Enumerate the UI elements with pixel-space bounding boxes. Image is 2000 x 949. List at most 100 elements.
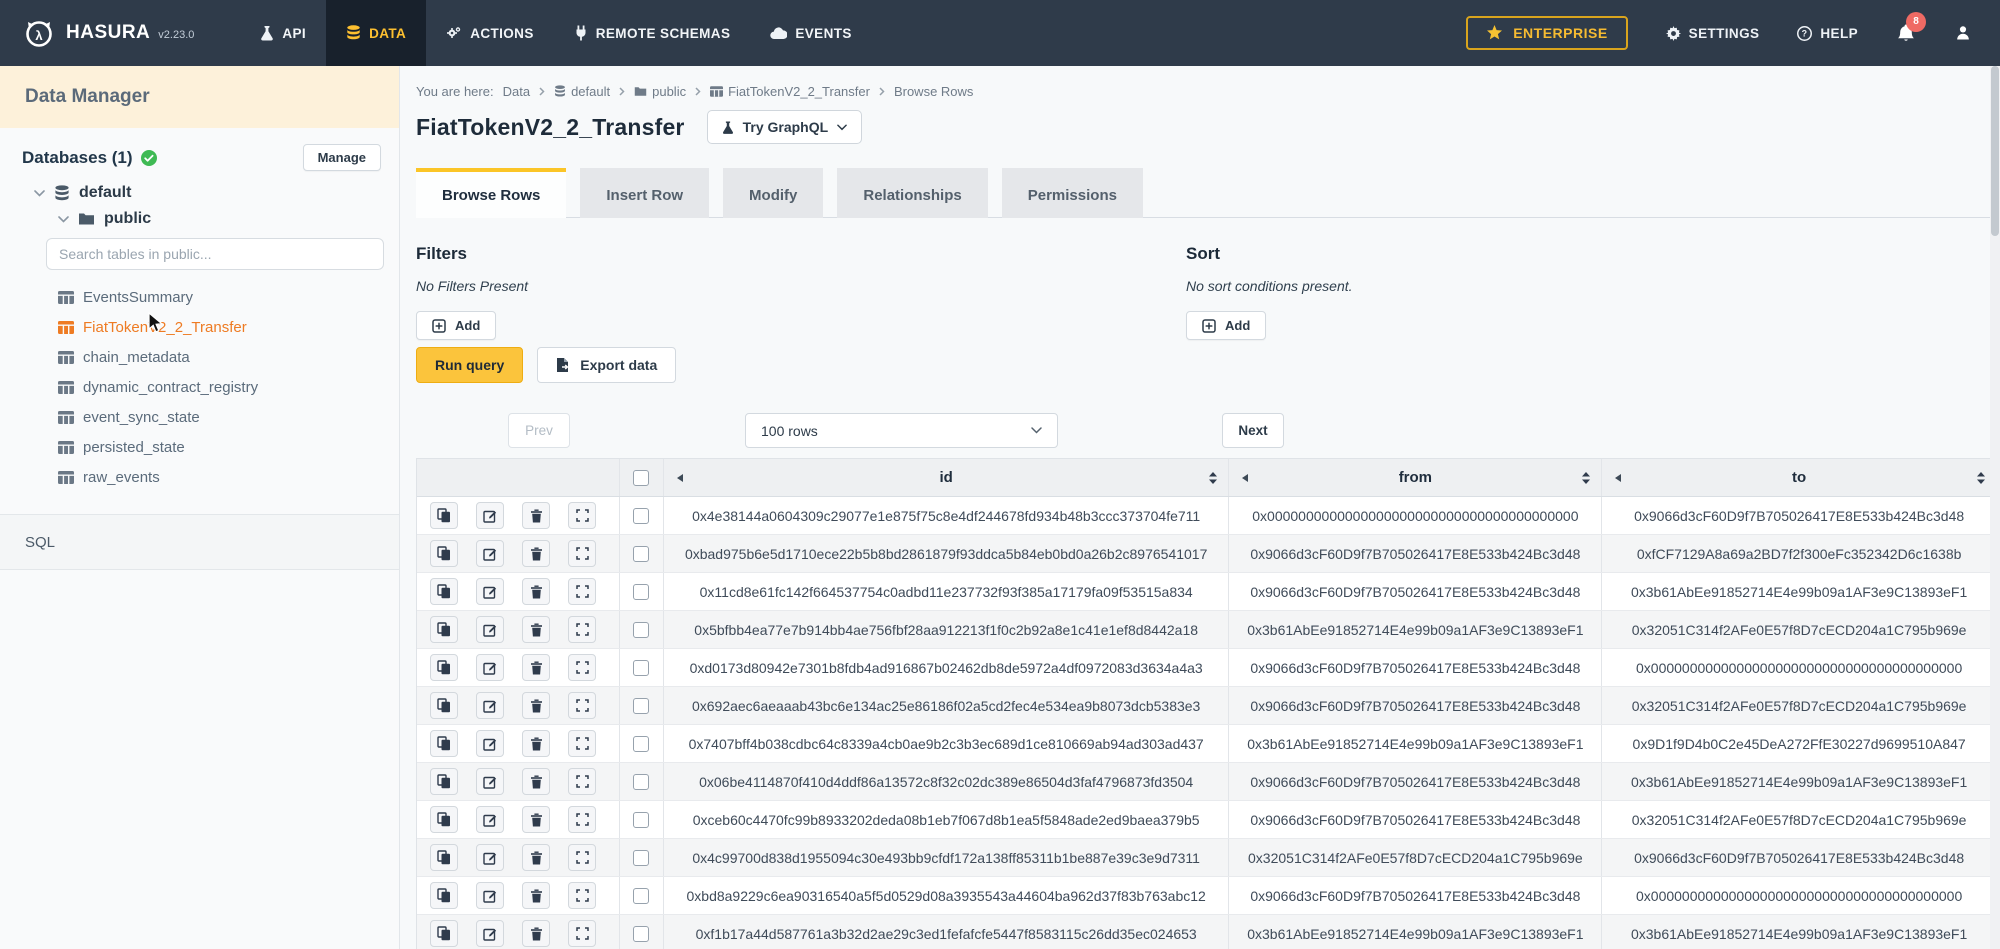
column-header-to[interactable]: to	[1602, 459, 1996, 496]
expand-row-button[interactable]	[568, 578, 596, 605]
prev-page-button[interactable]: Prev	[508, 413, 570, 448]
column-header-from[interactable]: from	[1229, 459, 1602, 496]
run-query-button[interactable]: Run query	[416, 347, 523, 383]
expand-row-button[interactable]	[568, 692, 596, 719]
sort-column-icon[interactable]	[1976, 471, 1986, 485]
nav-item-events[interactable]: EVENTS	[750, 0, 871, 66]
sort-column-icon[interactable]	[1208, 471, 1218, 485]
chevron-down-icon[interactable]	[58, 216, 69, 223]
delete-row-button[interactable]	[522, 882, 550, 909]
table-search-input[interactable]	[46, 238, 384, 270]
manage-button[interactable]: Manage	[303, 144, 381, 171]
sidebar-table-item[interactable]: event_sync_state	[0, 402, 399, 432]
edit-row-button[interactable]	[476, 768, 504, 795]
edit-row-button[interactable]	[476, 692, 504, 719]
copy-row-button[interactable]	[430, 502, 458, 529]
settings-button[interactable]: SETTINGS	[1666, 26, 1760, 41]
row-checkbox[interactable]	[633, 508, 649, 524]
expand-row-button[interactable]	[568, 730, 596, 757]
scrollbar-thumb[interactable]	[1991, 66, 1999, 236]
row-checkbox[interactable]	[633, 812, 649, 828]
row-checkbox[interactable]	[633, 850, 649, 866]
add-sort-button[interactable]: Add	[1186, 311, 1266, 340]
collapse-column-icon[interactable]	[1241, 473, 1249, 483]
copy-row-button[interactable]	[430, 616, 458, 643]
sidebar-database-default[interactable]: default	[0, 184, 399, 202]
copy-row-button[interactable]	[430, 844, 458, 871]
expand-row-button[interactable]	[568, 654, 596, 681]
expand-row-button[interactable]	[568, 616, 596, 643]
tab-permissions[interactable]: Permissions	[1002, 168, 1143, 218]
delete-row-button[interactable]	[522, 578, 550, 605]
tab-modify[interactable]: Modify	[723, 168, 823, 218]
sidebar-schema-public[interactable]: public	[0, 210, 399, 228]
nav-item-data[interactable]: DATA	[326, 0, 426, 66]
row-checkbox[interactable]	[633, 774, 649, 790]
copy-row-button[interactable]	[430, 540, 458, 567]
copy-row-button[interactable]	[430, 882, 458, 909]
row-checkbox[interactable]	[633, 622, 649, 638]
delete-row-button[interactable]	[522, 844, 550, 871]
nav-item-api[interactable]: API	[240, 0, 326, 66]
chevron-down-icon[interactable]	[34, 190, 45, 197]
tab-relationships[interactable]: Relationships	[837, 168, 987, 218]
sidebar-table-item[interactable]: EventsSummary	[0, 282, 399, 312]
rows-per-page-select[interactable]: 100 rows	[745, 413, 1058, 448]
breadcrumb-data[interactable]: Data	[503, 84, 530, 99]
delete-row-button[interactable]	[522, 502, 550, 529]
edit-row-button[interactable]	[476, 920, 504, 947]
next-page-button[interactable]: Next	[1222, 413, 1284, 448]
copy-row-button[interactable]	[430, 920, 458, 947]
nav-item-actions[interactable]: ACTIONS	[426, 0, 554, 66]
breadcrumb-schema[interactable]: public	[634, 84, 686, 99]
edit-row-button[interactable]	[476, 616, 504, 643]
export-data-button[interactable]: Export data	[537, 347, 676, 383]
enterprise-button[interactable]: ENTERPRISE	[1466, 16, 1627, 50]
user-menu-button[interactable]	[1954, 24, 1972, 42]
sort-column-icon[interactable]	[1581, 471, 1591, 485]
delete-row-button[interactable]	[522, 768, 550, 795]
edit-row-button[interactable]	[476, 844, 504, 871]
sidebar-table-item[interactable]: raw_events	[0, 462, 399, 492]
add-filter-button[interactable]: Add	[416, 311, 496, 340]
sidebar-table-item[interactable]: chain_metadata	[0, 342, 399, 372]
edit-row-button[interactable]	[476, 540, 504, 567]
expand-row-button[interactable]	[568, 920, 596, 947]
edit-row-button[interactable]	[476, 730, 504, 757]
copy-row-button[interactable]	[430, 578, 458, 605]
collapse-column-icon[interactable]	[676, 473, 684, 483]
sidebar-table-item[interactable]: dynamic_contract_registry	[0, 372, 399, 402]
sidebar-sql-section[interactable]: SQL	[0, 514, 399, 570]
row-checkbox[interactable]	[633, 888, 649, 904]
row-checkbox[interactable]	[633, 584, 649, 600]
row-checkbox[interactable]	[633, 698, 649, 714]
delete-row-button[interactable]	[522, 654, 550, 681]
sidebar-table-item[interactable]: persisted_state	[0, 432, 399, 462]
edit-row-button[interactable]	[476, 578, 504, 605]
expand-row-button[interactable]	[568, 540, 596, 567]
notifications-button[interactable]: 8	[1896, 23, 1916, 44]
expand-row-button[interactable]	[568, 844, 596, 871]
tab-insert-row[interactable]: Insert Row	[580, 168, 709, 218]
delete-row-button[interactable]	[522, 920, 550, 947]
delete-row-button[interactable]	[522, 806, 550, 833]
delete-row-button[interactable]	[522, 730, 550, 757]
row-checkbox[interactable]	[633, 736, 649, 752]
delete-row-button[interactable]	[522, 540, 550, 567]
breadcrumb-table[interactable]: FiatTokenV2_2_Transfer	[710, 84, 870, 99]
help-button[interactable]: ? HELP	[1797, 26, 1858, 41]
row-checkbox[interactable]	[633, 926, 649, 942]
column-header-id[interactable]: id	[664, 459, 1230, 496]
select-all-checkbox[interactable]	[633, 470, 649, 486]
row-checkbox[interactable]	[633, 546, 649, 562]
sidebar-table-item[interactable]: FiatTokenV2_2_Transfer	[0, 312, 399, 342]
collapse-column-icon[interactable]	[1614, 473, 1622, 483]
expand-row-button[interactable]	[568, 502, 596, 529]
breadcrumb-database[interactable]: default	[554, 84, 610, 99]
edit-row-button[interactable]	[476, 806, 504, 833]
try-graphql-button[interactable]: Try GraphQL	[707, 110, 863, 144]
nav-item-remote-schemas[interactable]: REMOTE SCHEMAS	[554, 0, 751, 66]
edit-row-button[interactable]	[476, 654, 504, 681]
expand-row-button[interactable]	[568, 806, 596, 833]
expand-row-button[interactable]	[568, 882, 596, 909]
